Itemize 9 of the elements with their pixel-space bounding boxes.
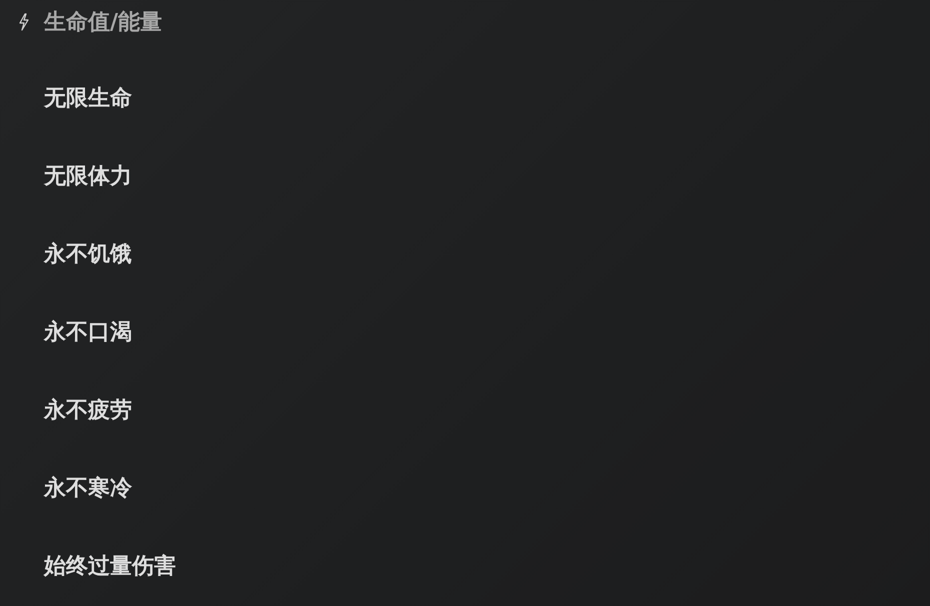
option-item[interactable]: 无限生命 xyxy=(44,83,132,115)
lightning-icon xyxy=(18,13,30,31)
option-item[interactable]: 始终过量伤害 xyxy=(44,551,176,583)
option-item[interactable]: 永不饥饿 xyxy=(44,239,132,271)
section-title: 生命值/能量 xyxy=(44,9,162,37)
option-item[interactable]: 永不口渴 xyxy=(44,317,132,349)
option-item[interactable]: 永不疲劳 xyxy=(44,395,132,427)
option-item[interactable]: 无限体力 xyxy=(44,161,132,193)
option-item[interactable]: 永不寒冷 xyxy=(44,473,132,505)
